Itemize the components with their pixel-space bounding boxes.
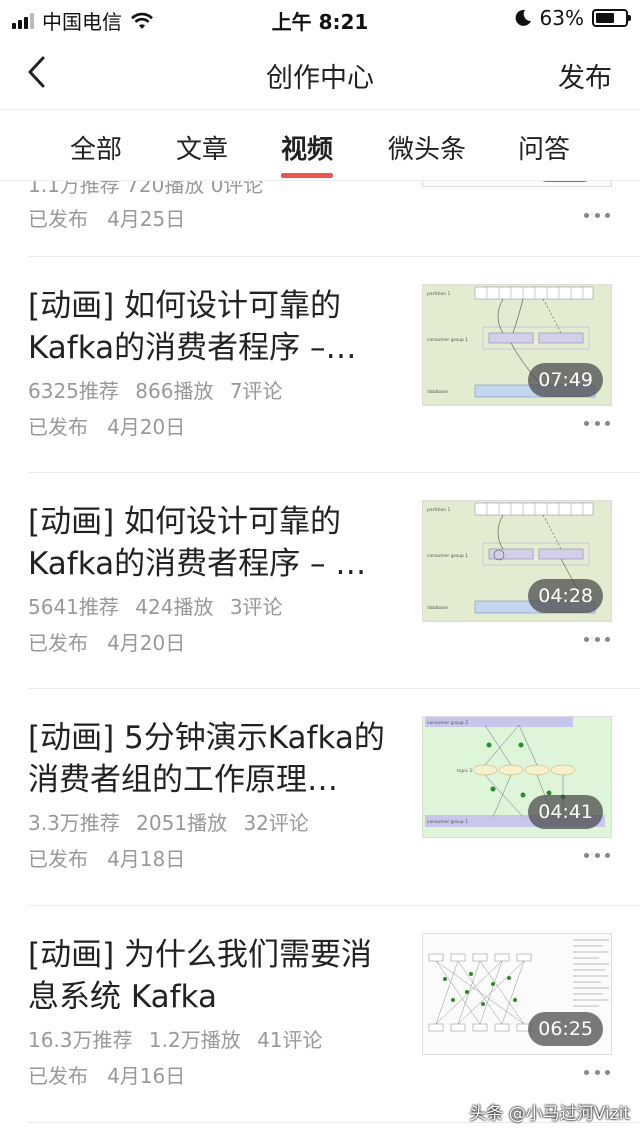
video-thumbnail[interactable]: partition 1 consumer group 1 database 07… — [422, 284, 612, 406]
svg-text:consumer group 1: consumer group 1 — [427, 337, 468, 343]
svg-text:database: database — [427, 389, 448, 395]
battery-fill — [596, 13, 614, 23]
list-item[interactable]: [动画] 如何设计可靠的Kafka的消费者程序 – … partition 1 — [0, 473, 640, 689]
video-duration: 07:49 — [528, 363, 603, 397]
comment-count: 41评论 — [257, 1028, 323, 1052]
list-item[interactable]: [动画] 如何设计可靠的Kafka的消费者程序 –… partition 1 c — [0, 257, 640, 473]
tab-articles[interactable]: 文章 — [176, 129, 228, 166]
more-options-icon[interactable] — [584, 634, 610, 644]
list-item[interactable]: [动画] 为什么我们需要消息系统 Kafka 06:25 16.3万推荐 1.2… — [0, 906, 640, 1123]
publish-date: 已发布 4月20日 — [28, 415, 186, 439]
recommend-count: 6325推荐 — [28, 379, 119, 403]
video-title[interactable]: [动画] 为什么我们需要消息系统 Kafka — [28, 934, 398, 1018]
list-item[interactable]: [动画] 5分钟演示Kafka的消费者组的工作原理… consumer grou… — [0, 689, 640, 906]
svg-text:consumer group 2: consumer group 2 — [427, 720, 468, 726]
more-options-icon[interactable] — [584, 418, 610, 428]
video-thumbnail[interactable]: partition 1 consumer group 1 database 04… — [422, 500, 612, 622]
more-options-icon[interactable] — [584, 850, 610, 860]
comment-count: 32评论 — [243, 811, 309, 835]
video-duration: 04:41 — [528, 795, 603, 829]
svg-text:database: database — [427, 605, 448, 611]
video-list[interactable]: 1.1万推荐 720播放 0评论 已发布 4月25日 [动画] 如何设计可靠的K… — [0, 181, 640, 1138]
video-stats: 16.3万推荐 1.2万播放 41评论 — [28, 1024, 333, 1053]
video-title[interactable]: [动画] 5分钟演示Kafka的消费者组的工作原理… — [28, 717, 398, 801]
play-count: 866播放 — [135, 379, 214, 403]
video-duration: 06:25 — [528, 1012, 603, 1046]
publish-date: 已发布 4月20日 — [28, 631, 186, 655]
play-count: 2051播放 — [136, 811, 228, 835]
battery-icon — [592, 9, 631, 27]
comment-count: 3评论 — [229, 595, 283, 619]
moon-icon — [515, 9, 531, 26]
video-title[interactable]: [动画] 如何设计可靠的Kafka的消费者程序 – … — [28, 501, 398, 585]
publish-date: 已发布 4月16日 — [28, 1064, 186, 1088]
status-bar: 中国电信 上午 8:21 63% — [0, 0, 640, 36]
svg-text:consumer group 1: consumer group 1 — [427, 553, 468, 559]
video-thumbnail[interactable] — [422, 181, 612, 187]
tab-micro-posts[interactable]: 微头条 — [388, 129, 466, 166]
tab-bar: 全部 文章 视频 微头条 问答 — [0, 111, 640, 181]
svg-text:partition 1: partition 1 — [427, 291, 451, 297]
publish-date: 已发布 4月25日 — [28, 207, 186, 231]
video-stats: 6325推荐 866播放 7评论 — [28, 375, 293, 404]
status-right: 63% — [514, 6, 631, 30]
recommend-count: 3.3万推荐 — [28, 811, 120, 835]
watermark: 头条 @小马过河Vizit — [469, 1104, 630, 1124]
battery-percent: 63% — [539, 6, 584, 30]
video-stats: 3.3万推荐 2051播放 32评论 — [28, 807, 319, 836]
video-stats: 5641推荐 424播放 3评论 — [28, 591, 293, 620]
tab-all[interactable]: 全部 — [70, 129, 122, 166]
tab-videos[interactable]: 视频 — [281, 129, 333, 166]
tab-qa[interactable]: 问答 — [518, 129, 570, 166]
stats-cut: 1.1万推荐 720播放 0评论 — [28, 181, 264, 197]
nav-bar: 创作中心 发布 — [0, 36, 640, 110]
video-title[interactable]: [动画] 如何设计可靠的Kafka的消费者程序 –… — [28, 285, 398, 369]
comment-count: 7评论 — [229, 379, 283, 403]
active-tab-indicator — [281, 173, 333, 178]
svg-text:topic 1: topic 1 — [457, 768, 473, 774]
play-count: 1.2万播放 — [148, 1028, 241, 1052]
video-duration: 04:28 — [528, 579, 603, 613]
play-count: 424播放 — [135, 595, 214, 619]
more-options-icon[interactable] — [584, 210, 610, 220]
video-thumbnail[interactable]: 06:25 — [422, 933, 612, 1055]
publish-button[interactable]: 发布 — [558, 56, 612, 95]
video-thumbnail[interactable]: consumer group 2 topic 1 consumer group … — [422, 716, 612, 838]
publish-date: 已发布 4月18日 — [28, 847, 186, 871]
more-options-icon[interactable] — [584, 1067, 610, 1077]
recommend-count: 16.3万推荐 — [28, 1028, 133, 1052]
page-title: 创作中心 — [266, 63, 374, 94]
svg-text:partition 1: partition 1 — [427, 507, 451, 513]
list-item-partial[interactable]: 1.1万推荐 720播放 0评论 已发布 4月25日 — [0, 181, 640, 257]
svg-text:consumer group 1: consumer group 1 — [427, 819, 468, 825]
recommend-count: 5641推荐 — [28, 595, 119, 619]
